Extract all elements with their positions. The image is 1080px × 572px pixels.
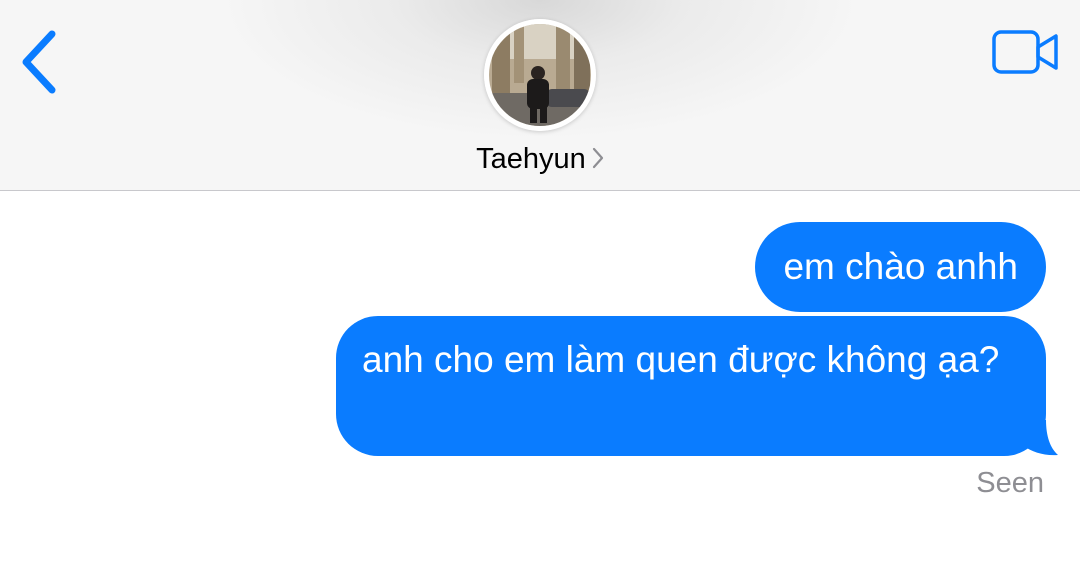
video-camera-icon <box>992 30 1058 74</box>
chevron-right-icon <box>592 144 604 177</box>
back-button[interactable] <box>14 26 70 98</box>
message-text: em chào anhh <box>783 246 1018 287</box>
contact-name-button[interactable]: Taehyun <box>0 143 1080 177</box>
bubble-tail <box>1020 420 1058 456</box>
chevron-left-icon <box>22 30 56 94</box>
message-bubble[interactable]: anh cho em làm quen được không ạa? <box>336 316 1046 456</box>
read-receipt: Seen <box>976 467 1044 499</box>
contact-name: Taehyun <box>476 143 586 175</box>
message-bubble[interactable]: em chào anhh <box>755 222 1046 312</box>
video-call-button[interactable] <box>990 28 1062 78</box>
contact-photo <box>484 19 596 131</box>
avatar[interactable] <box>484 19 596 131</box>
conversation-header: Taehyun <box>0 0 1080 191</box>
message-text: anh cho em làm quen được không ạa? <box>362 339 1000 380</box>
